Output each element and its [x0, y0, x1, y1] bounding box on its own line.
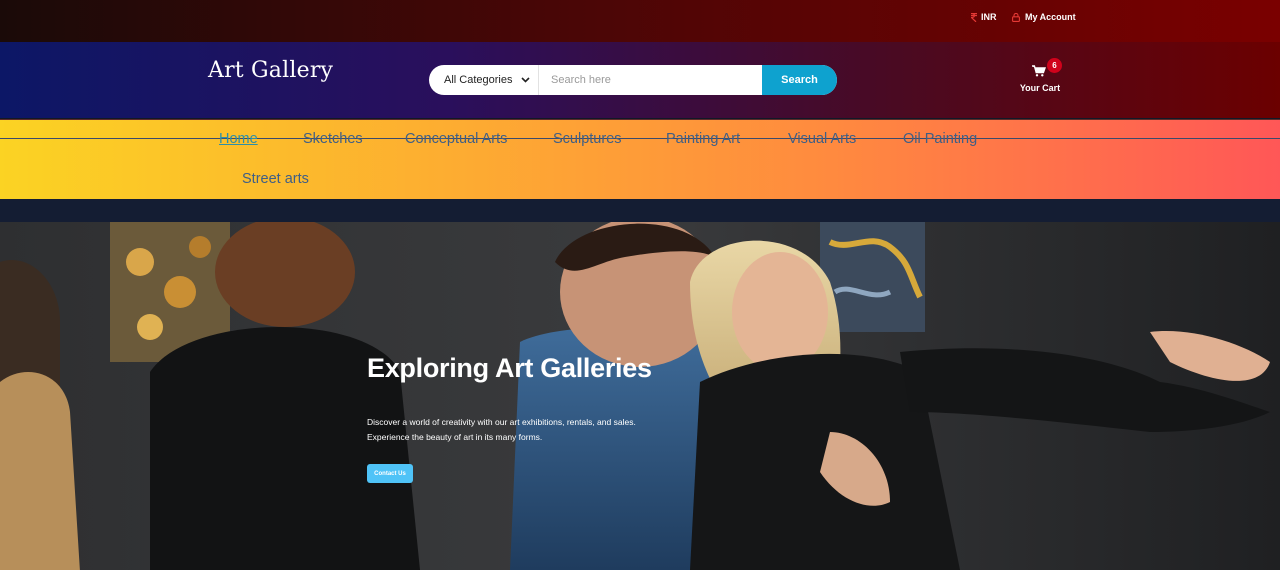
search-input[interactable]	[539, 65, 762, 95]
nav-item-home[interactable]: Home	[219, 131, 258, 147]
search-button[interactable]: Search	[762, 65, 837, 95]
contact-us-button[interactable]: Contact Us	[367, 464, 413, 483]
hero-description: Discover a world of creativity with our …	[367, 417, 636, 442]
category-select[interactable]: All Categories	[429, 65, 539, 95]
chevron-down-icon	[521, 77, 530, 83]
lock-icon	[1012, 12, 1020, 22]
nav-item-painting-art[interactable]: Painting Art	[666, 131, 740, 147]
hero-banner: Exploring Art Galleries Discover a world…	[0, 222, 1280, 570]
main-nav: Home Sketches Conceptual Arts Sculptures…	[0, 119, 1280, 199]
currency-label: INR	[981, 12, 997, 22]
cart-label: Your Cart	[1019, 83, 1061, 93]
nav-item-street-arts[interactable]: Street arts	[242, 171, 309, 187]
nav-item-visual-arts[interactable]: Visual Arts	[788, 131, 856, 147]
nav-item-sketches[interactable]: Sketches	[303, 131, 363, 147]
nav-item-oil-painting[interactable]: Oil Painting	[903, 131, 977, 147]
cart-button[interactable]: 6 Your Cart	[1012, 58, 1068, 98]
header: Art Gallery All Categories Search 6 Your…	[0, 42, 1280, 118]
search-bar: All Categories Search	[429, 65, 837, 95]
nav-item-sculptures[interactable]: Sculptures	[553, 131, 622, 147]
my-account-link[interactable]: My Account	[1012, 12, 1076, 22]
nav-divider	[0, 138, 1280, 139]
nav-item-conceptual-arts[interactable]: Conceptual Arts	[405, 131, 507, 147]
category-selected-label: All Categories	[444, 74, 513, 86]
my-account-label: My Account	[1025, 12, 1076, 22]
currency-selector[interactable]: INR	[971, 12, 997, 22]
rupee-icon	[971, 12, 977, 22]
cart-count-badge: 6	[1047, 58, 1062, 73]
hero-title: Exploring Art Galleries	[367, 353, 652, 383]
hero-background-image	[0, 222, 1280, 570]
top-bar: INR My Account	[0, 0, 1280, 42]
nav-bottom-strip	[0, 199, 1280, 222]
cart-icon	[1032, 64, 1046, 82]
site-logo[interactable]: Art Gallery	[208, 58, 333, 83]
